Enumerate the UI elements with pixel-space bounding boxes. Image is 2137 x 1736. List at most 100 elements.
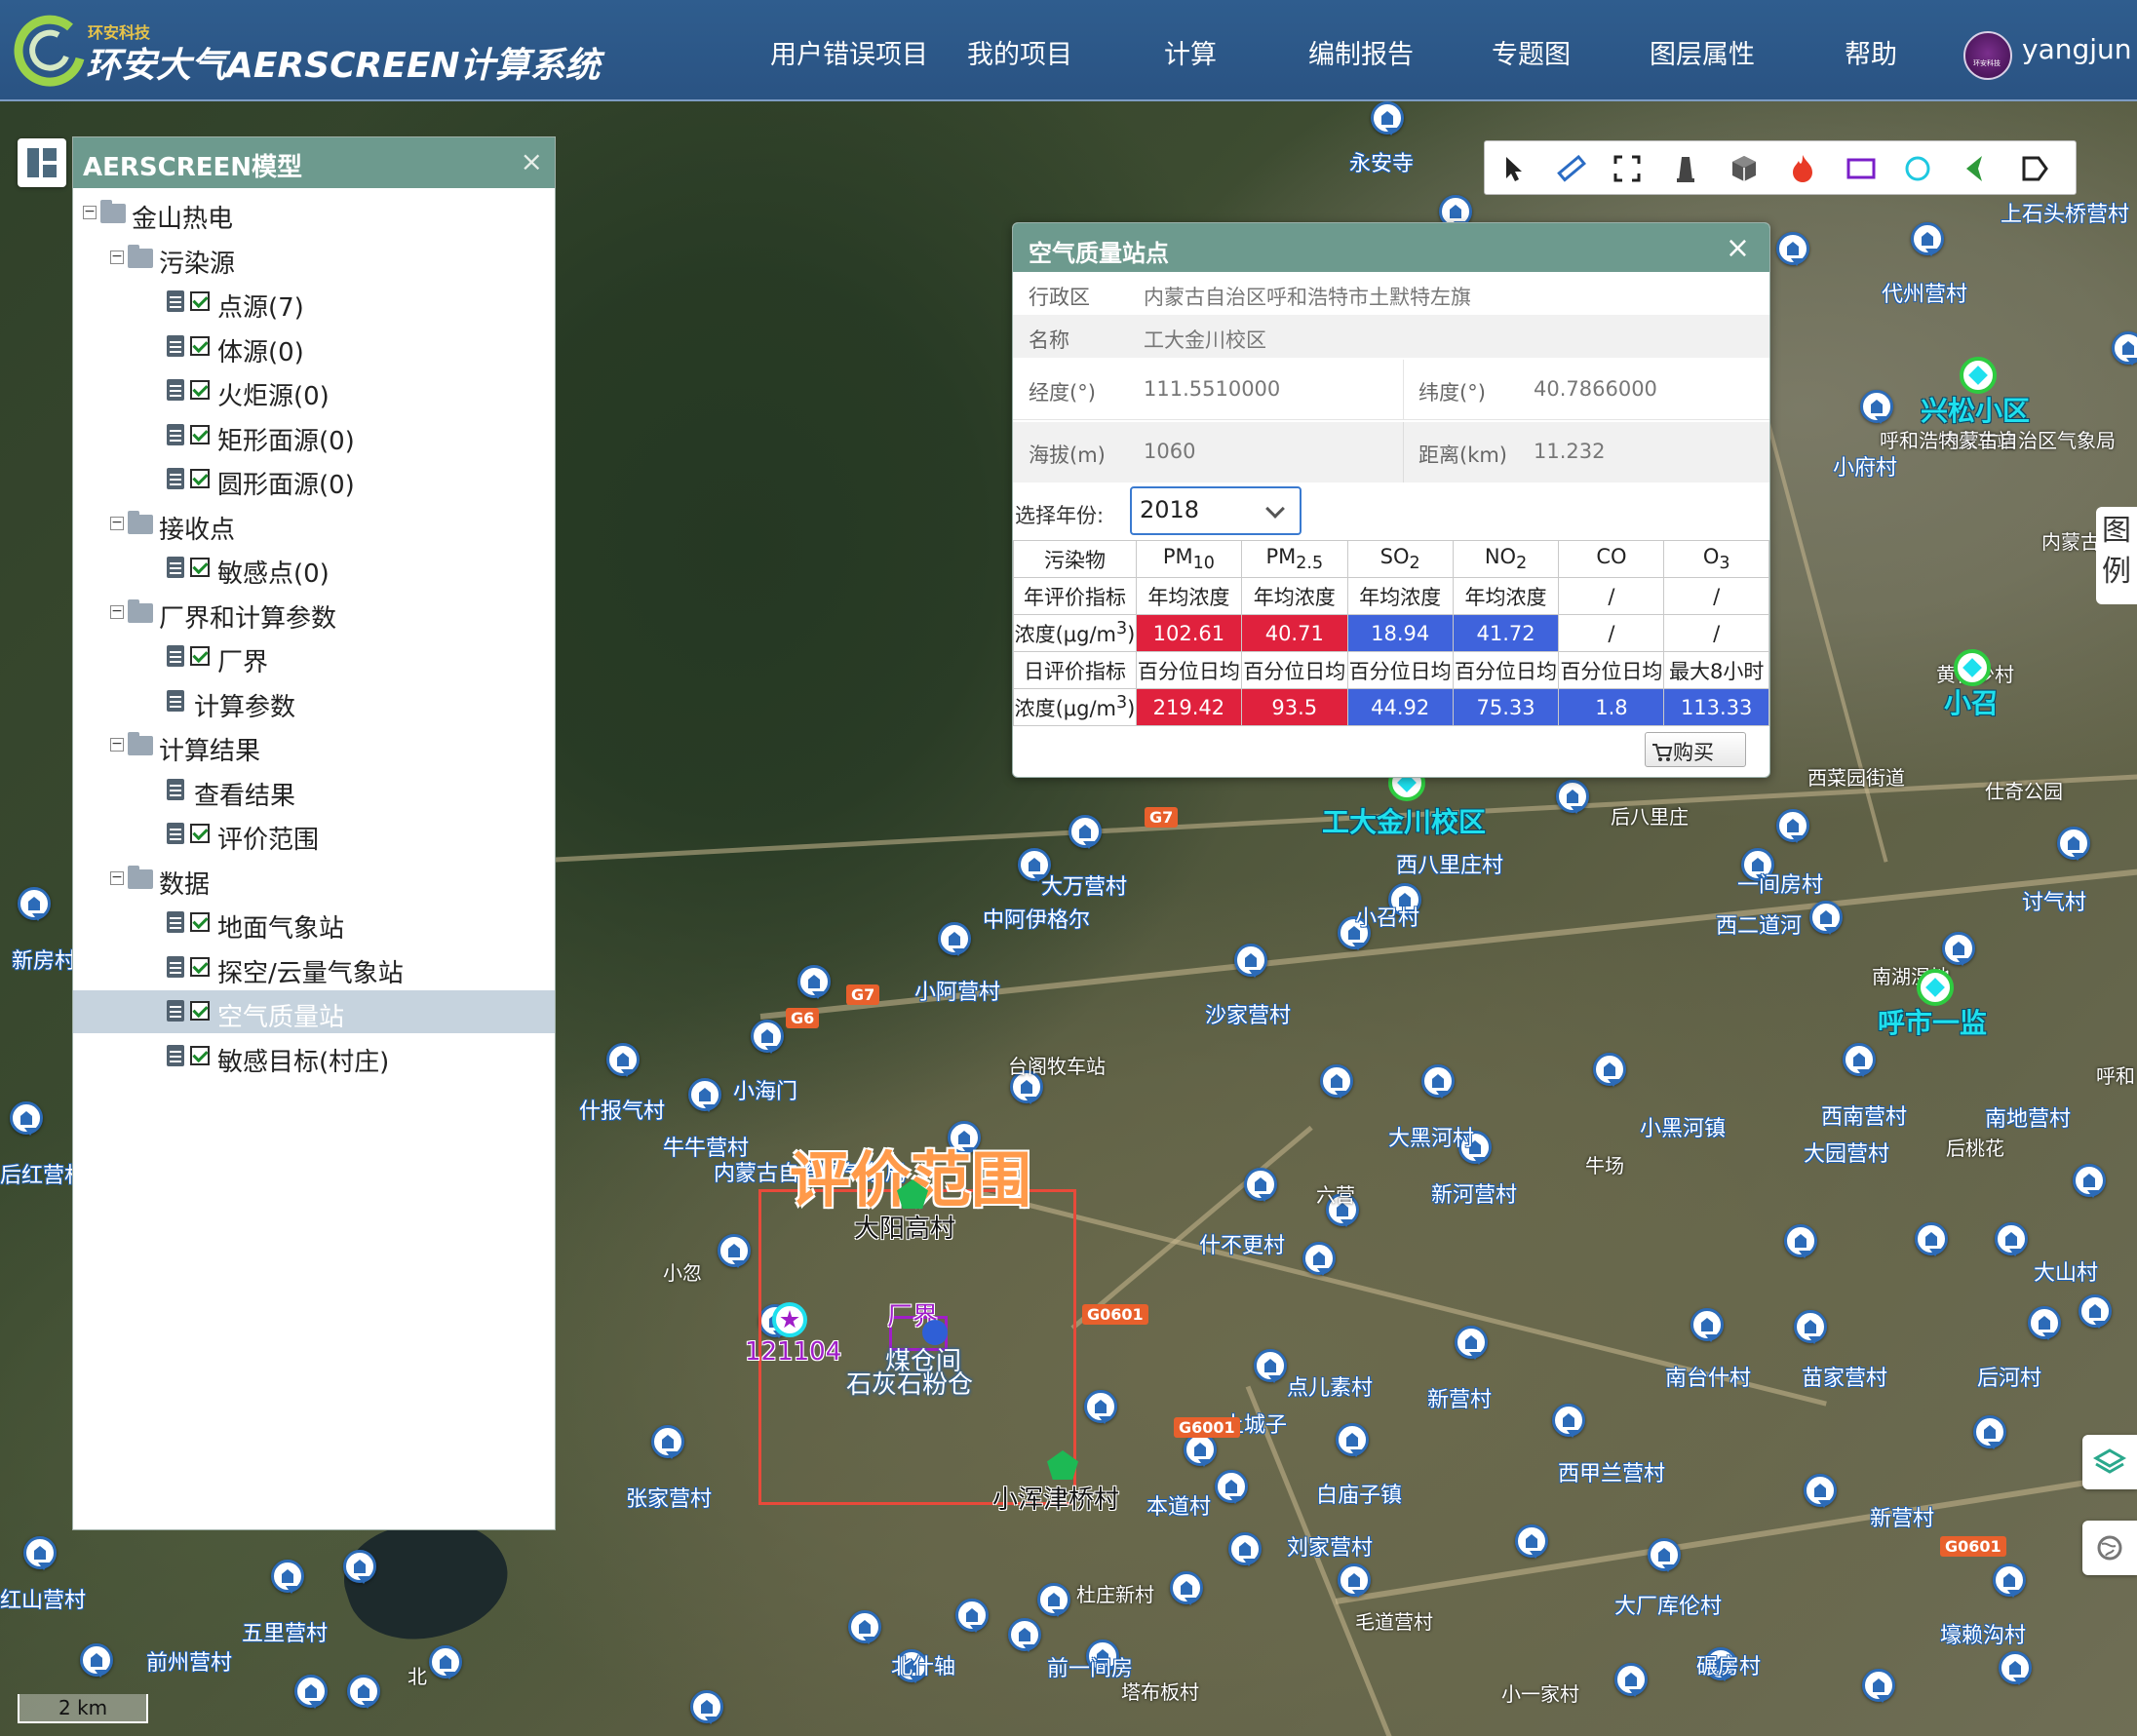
- basemap-button[interactable]: [2082, 1521, 2137, 1575]
- station-marker[interactable]: [1552, 1404, 1585, 1438]
- station-marker[interactable]: [938, 922, 971, 956]
- layer-checkbox[interactable]: [190, 912, 210, 932]
- fullscreen-icon[interactable]: [1612, 153, 1643, 184]
- station-marker[interactable]: [2079, 1294, 2112, 1329]
- station-marker[interactable]: [1999, 1651, 2032, 1685]
- station-marker[interactable]: [23, 1536, 57, 1570]
- tree-item[interactable]: 圆形面源(0): [73, 458, 555, 501]
- layer-checkbox[interactable]: [190, 824, 210, 843]
- nav-layer-properties[interactable]: 图层属性: [1650, 33, 1755, 71]
- station-marker[interactable]: [1804, 1474, 1837, 1508]
- tree-item[interactable]: 矩形面源(0): [73, 414, 555, 457]
- station-marker[interactable]: [1084, 1390, 1117, 1424]
- layer-checkbox[interactable]: [190, 335, 210, 356]
- station-marker[interactable]: [1809, 901, 1843, 935]
- tree-item[interactable]: 查看结果: [73, 769, 555, 812]
- close-icon[interactable]: ×: [1726, 231, 1750, 265]
- nav-my-projects[interactable]: 我的项目: [967, 33, 1072, 71]
- station-marker[interactable]: [1690, 1308, 1724, 1342]
- station-marker[interactable]: [751, 1020, 784, 1054]
- station-marker[interactable]: [1911, 222, 1944, 256]
- station-marker[interactable]: [1784, 1224, 1817, 1258]
- station-marker[interactable]: [1215, 1470, 1248, 1504]
- collapse-icon[interactable]: −: [110, 737, 124, 752]
- layer-checkbox[interactable]: [190, 646, 210, 666]
- station-marker[interactable]: [2028, 1306, 2061, 1340]
- station-marker[interactable]: [1234, 944, 1267, 978]
- avatar[interactable]: [1963, 31, 2012, 80]
- station-marker[interactable]: [606, 1043, 640, 1077]
- tree-item[interactable]: 敏感点(0): [73, 547, 555, 590]
- tower-icon[interactable]: [1670, 153, 1701, 184]
- username[interactable]: yangjun: [2022, 33, 2132, 65]
- close-icon[interactable]: ×: [521, 145, 543, 177]
- tree-folder[interactable]: − 金山热电: [73, 192, 555, 235]
- station-marker[interactable]: [429, 1645, 462, 1679]
- layer-checkbox[interactable]: [190, 291, 210, 311]
- station-marker[interactable]: [1993, 1563, 2026, 1598]
- station-marker[interactable]: [1515, 1524, 1548, 1559]
- station-marker[interactable]: [718, 1234, 751, 1268]
- cube-icon[interactable]: [1729, 153, 1760, 184]
- station-marker[interactable]: [1008, 1618, 1041, 1652]
- layer-checkbox[interactable]: [190, 469, 210, 488]
- station-marker[interactable]: [1244, 1168, 1277, 1202]
- collapse-icon[interactable]: −: [110, 604, 124, 619]
- station-marker[interactable]: [271, 1560, 304, 1594]
- station-marker[interactable]: [1915, 1222, 1948, 1256]
- station-marker[interactable]: [1973, 1415, 2006, 1449]
- panel-toggle-button[interactable]: [18, 138, 66, 187]
- station-marker[interactable]: [690, 1690, 723, 1724]
- tree-folder[interactable]: − 接收点: [73, 503, 555, 546]
- station-marker[interactable]: [688, 1078, 721, 1112]
- collapse-icon[interactable]: −: [110, 250, 124, 264]
- fire-icon[interactable]: [1787, 153, 1818, 184]
- station-marker[interactable]: [1860, 390, 1893, 424]
- station-marker[interactable]: [1843, 1043, 1876, 1077]
- layers-button[interactable]: [2082, 1435, 2137, 1489]
- aq-station-marker[interactable]: [1960, 357, 1997, 394]
- nav-report[interactable]: 编制报告: [1308, 33, 1414, 71]
- station-marker[interactable]: [1421, 1064, 1455, 1099]
- tree-item[interactable]: 点源(7): [73, 281, 555, 324]
- station-marker[interactable]: [1302, 1242, 1336, 1276]
- tree-item[interactable]: 敏感目标(村庄): [73, 1035, 555, 1078]
- station-marker[interactable]: [1068, 815, 1102, 849]
- station-marker[interactable]: [797, 965, 831, 999]
- station-marker[interactable]: [848, 1610, 881, 1644]
- station-marker[interactable]: [80, 1643, 113, 1678]
- nav-thematic-map[interactable]: 专题图: [1492, 33, 1571, 71]
- layer-checkbox[interactable]: [190, 424, 210, 444]
- station-marker[interactable]: [1862, 1669, 1895, 1703]
- station-marker[interactable]: [1320, 1064, 1353, 1099]
- aq-station-marker[interactable]: [1954, 649, 1991, 686]
- station-marker[interactable]: [347, 1675, 380, 1709]
- tree-item[interactable]: 空气质量站: [73, 990, 555, 1033]
- free-polygon-icon[interactable]: [2019, 153, 2050, 184]
- tree-item[interactable]: 探空/云量气象站: [73, 946, 555, 989]
- tree-item[interactable]: 计算参数: [73, 680, 555, 723]
- buy-button[interactable]: 购买: [1645, 732, 1746, 767]
- station-marker[interactable]: [2112, 331, 2137, 366]
- station-marker[interactable]: [1648, 1538, 1681, 1572]
- ruler-icon[interactable]: [1555, 153, 1586, 184]
- polygon-icon[interactable]: [1961, 153, 1992, 184]
- station-marker[interactable]: [1184, 1433, 1217, 1467]
- station-marker[interactable]: [294, 1675, 328, 1709]
- tree-folder[interactable]: − 污染源: [73, 237, 555, 280]
- station-marker[interactable]: [10, 1101, 43, 1136]
- station-marker[interactable]: [1614, 1663, 1648, 1697]
- nav-calculate[interactable]: 计算: [1164, 33, 1217, 71]
- station-marker[interactable]: [651, 1425, 684, 1459]
- layer-checkbox[interactable]: [190, 956, 210, 977]
- legend-tab[interactable]: 图例: [2096, 507, 2137, 604]
- layer-checkbox[interactable]: [190, 380, 210, 400]
- collapse-icon[interactable]: −: [110, 870, 124, 885]
- station-marker[interactable]: [1170, 1571, 1203, 1605]
- station-marker[interactable]: [1338, 1563, 1371, 1598]
- station-marker[interactable]: [1336, 1423, 1369, 1457]
- nav-error-projects[interactable]: 用户错误项目: [770, 33, 928, 71]
- station-marker[interactable]: [1455, 1326, 1488, 1360]
- station-marker[interactable]: [955, 1599, 989, 1633]
- station-marker[interactable]: [1556, 780, 1589, 814]
